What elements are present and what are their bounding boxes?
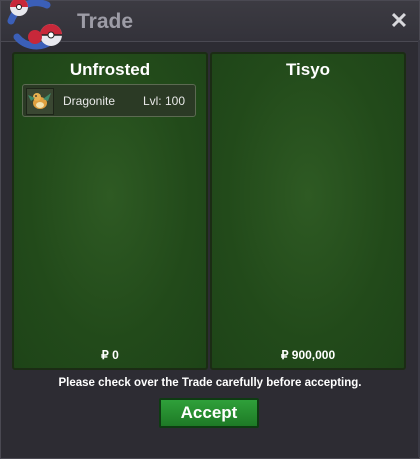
trade-window: Trade ✕ Unfrosted Dragonite Lvl: 100 ₽ 0 [0, 0, 420, 459]
player-name: Unfrosted [69, 60, 151, 79]
player-name: Tisyo [285, 60, 331, 79]
player-offer-panel-tisyo: Tisyo ₽ 900,000 [210, 52, 406, 370]
trade-notice-text: Please check over the Trade carefully be… [58, 377, 362, 389]
player-offer-panel-unfrosted: Unfrosted Dragonite Lvl: 100 ₽ 0 [12, 52, 208, 370]
close-icon: ✕ [389, 8, 409, 33]
accept-button[interactable]: Accept [159, 398, 259, 428]
money-offer: ₽ 0 [101, 348, 119, 362]
pokeball-logo-icon [7, 0, 62, 50]
trade-item-row[interactable]: Dragonite Lvl: 100 [22, 84, 196, 117]
window-title: Trade [77, 10, 134, 33]
money-offer: ₽ 900,000 [280, 348, 336, 362]
item-name: Dragonite [63, 94, 116, 108]
close-button[interactable]: ✕ [388, 10, 410, 32]
item-level: Lvl: 100 [142, 94, 185, 108]
title-bar[interactable]: Trade ✕ [1, 0, 419, 50]
dragonite-sprite-icon [26, 88, 54, 115]
